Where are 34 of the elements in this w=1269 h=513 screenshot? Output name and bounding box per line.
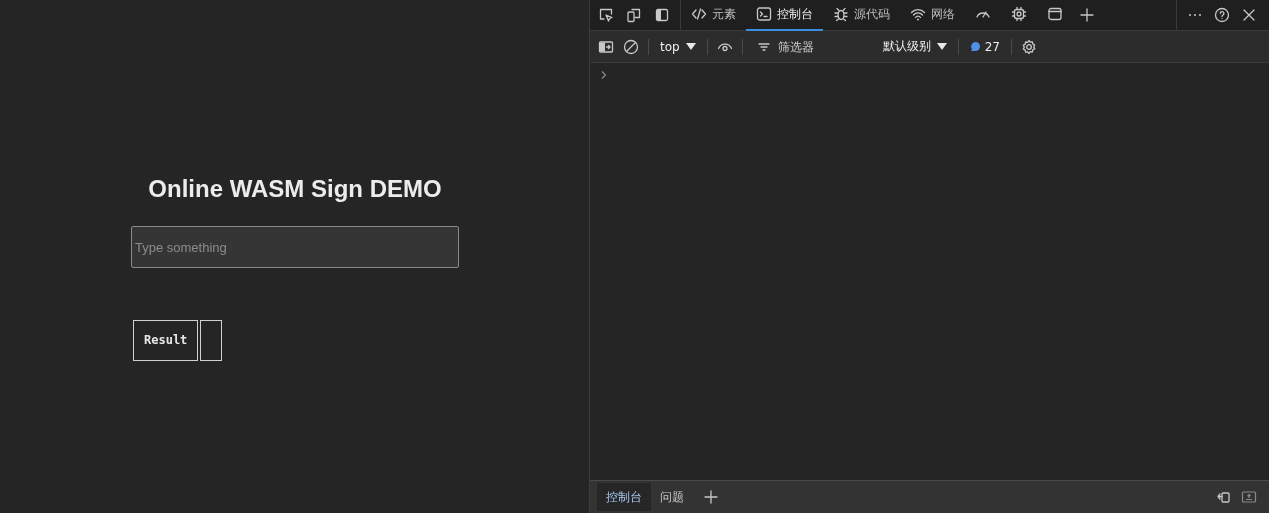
help-icon[interactable] [1214, 7, 1230, 23]
page-title: Online WASM Sign DEMO [147, 174, 443, 204]
close-icon[interactable] [1241, 7, 1257, 23]
issues-counter[interactable]: 27 [967, 39, 1002, 54]
devtools-tab[interactable]: 源代码 [823, 0, 900, 31]
undock-icon[interactable] [1241, 489, 1257, 505]
settings-icon[interactable] [1020, 38, 1037, 55]
log-levels-dropdown[interactable]: 默认级别 [880, 38, 949, 55]
sidebar-icon[interactable] [598, 38, 614, 55]
result-label: Result [133, 320, 199, 361]
panel-icon[interactable] [654, 7, 670, 23]
plus-icon[interactable] [1079, 7, 1095, 23]
filter-field[interactable]: 筛选器 [777, 39, 858, 54]
caret-icon [936, 42, 947, 51]
context-dropdown[interactable]: top [658, 39, 698, 54]
clear-icon[interactable] [623, 38, 639, 55]
plus-icon[interactable] [703, 489, 719, 505]
code-icon [691, 6, 707, 22]
caret-icon [685, 42, 696, 51]
chip-icon [1011, 6, 1027, 22]
bug-icon [833, 6, 849, 22]
wifi-icon [910, 6, 926, 22]
devtools-tab[interactable]: 元素 [681, 0, 746, 31]
window-icon [1047, 6, 1063, 22]
result-output [200, 320, 223, 361]
input-field[interactable]: Type something [131, 226, 459, 268]
devtools-tab[interactable]: 网络 [900, 0, 965, 31]
drawer-tab[interactable]: 问题 [651, 483, 693, 511]
drawer-tab[interactable]: 控制台 [597, 483, 651, 511]
message-icon [969, 41, 981, 52]
dock-icon[interactable] [1215, 489, 1231, 505]
device-icon[interactable] [626, 7, 642, 23]
inspect-icon[interactable] [598, 7, 614, 23]
console-icon [756, 6, 772, 22]
